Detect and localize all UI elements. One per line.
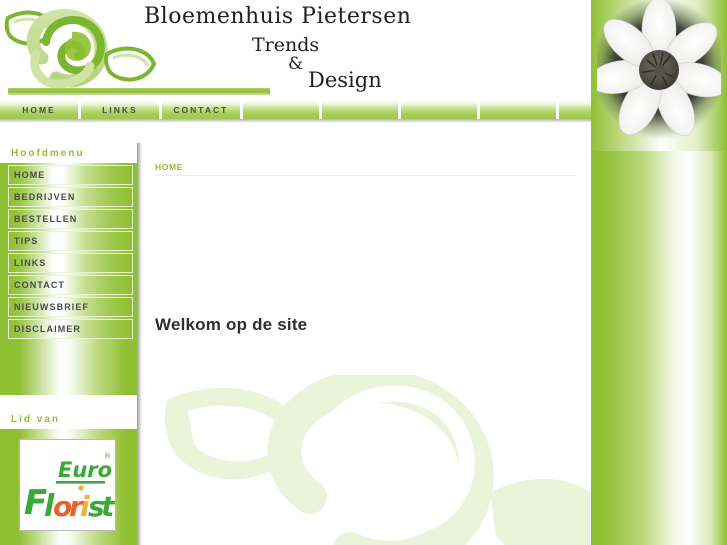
- sidebar-gap: [0, 395, 137, 409]
- main-content: HOME Welkom op de site: [142, 143, 591, 545]
- sidebar-item-home[interactable]: HOME: [8, 165, 133, 185]
- sidebar-lidvan-title: Lid van: [0, 409, 137, 429]
- flower-swirl-watermark-icon: [160, 368, 591, 545]
- breadcrumb-divider: [155, 175, 576, 176]
- brand-tagline-ampersand: &: [288, 54, 304, 74]
- svg-text:Euro: Euro: [58, 458, 112, 482]
- topnav-item-contact[interactable]: CONTACT: [161, 100, 240, 119]
- topnav-item-empty-4[interactable]: [479, 100, 556, 119]
- euroflorist-logo-icon[interactable]: Euro F l o r i s t ®: [19, 439, 116, 531]
- right-gradient-band: [591, 151, 727, 545]
- sidebar-item-tips[interactable]: TIPS: [8, 231, 133, 251]
- right-panel: [591, 0, 727, 545]
- sidebar-item-bedrijven[interactable]: BEDRIJVEN: [8, 187, 133, 207]
- page-root: Bloemenhuis Pietersen Trends & Design HO…: [0, 0, 727, 545]
- sidebar: Hoofdmenu HOME BEDRIJVEN BESTELLEN TIPS …: [0, 143, 137, 545]
- sidebar-item-nieuwsbrief[interactable]: NIEUWSBRIEF: [8, 297, 133, 317]
- svg-text:®: ®: [104, 452, 111, 460]
- topnav-item-empty-2[interactable]: [321, 100, 398, 119]
- topnav-item-empty-5[interactable]: [558, 100, 592, 119]
- topnav-item-empty-3[interactable]: [400, 100, 477, 119]
- topnav-item-home[interactable]: HOME: [0, 100, 78, 119]
- header-divider-rule: [8, 88, 270, 95]
- topnav-item-empty-1[interactable]: [242, 100, 319, 119]
- sidebar-filler: [0, 339, 137, 395]
- brand-title: Bloemenhuis Pietersen Trends & Design: [140, 2, 590, 97]
- brand-tagline-trends: Trends: [252, 34, 320, 56]
- top-navigation: HOME LINKS CONTACT: [0, 100, 592, 119]
- svg-text:t: t: [101, 490, 115, 523]
- brand-name: Bloemenhuis Pietersen: [144, 4, 412, 29]
- site-header: Bloemenhuis Pietersen Trends & Design: [0, 0, 591, 100]
- sidebar-item-contact[interactable]: CONTACT: [8, 275, 133, 295]
- sidebar-item-bestellen[interactable]: BESTELLEN: [8, 209, 133, 229]
- breadcrumb[interactable]: HOME: [155, 162, 183, 172]
- sidebar-item-disclaimer[interactable]: DISCLAIMER: [8, 319, 133, 339]
- sidebar-lidvan-block: Euro F l o r i s t ®: [0, 429, 137, 545]
- page-title: Welkom op de site: [155, 315, 308, 334]
- sidebar-item-links[interactable]: LINKS: [8, 253, 133, 273]
- nav-shadow: [0, 119, 591, 123]
- sidebar-menu-title: Hoofdmenu: [0, 143, 137, 163]
- topnav-item-links[interactable]: LINKS: [80, 100, 159, 119]
- hero-flower-image: [591, 0, 727, 151]
- sidebar-menu-list: HOME BEDRIJVEN BESTELLEN TIPS LINKS CONT…: [0, 163, 137, 339]
- brand-tagline-design: Design: [308, 68, 382, 92]
